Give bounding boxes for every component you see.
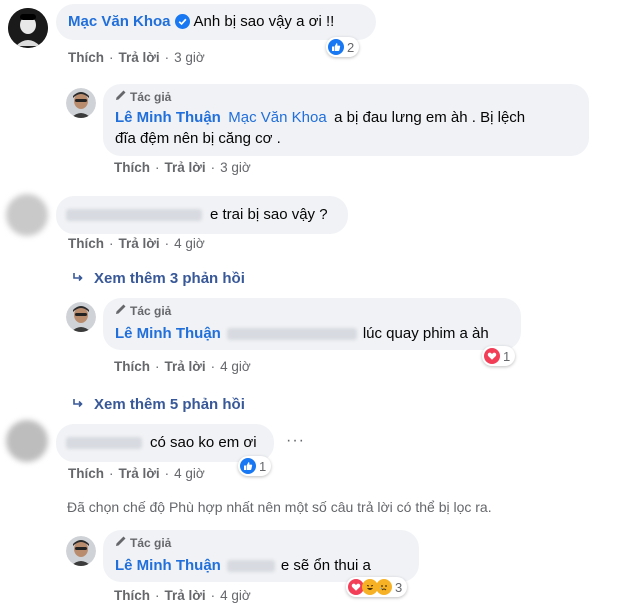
commenter-name[interactable]: Mạc Văn Khoa <box>68 13 171 30</box>
reply-actions: Thích · Trả lời · 4 giờ <box>114 359 251 374</box>
comment-text: Anh bị sao vậy a ơi !! <box>193 13 335 30</box>
reply-actions: Thích · Trả lời · 4 giờ <box>114 588 251 603</box>
avatar-blurred[interactable] <box>6 194 48 236</box>
like-icon <box>328 39 344 55</box>
reaction-summary[interactable]: 1 <box>238 456 272 476</box>
author-badge-label: Tác giả <box>130 89 172 104</box>
reply-button[interactable]: Trả lời <box>165 588 206 603</box>
timestamp[interactable]: 3 giờ <box>220 160 251 175</box>
avatar-le-minh-thuan[interactable] <box>66 536 96 566</box>
love-icon <box>484 348 500 364</box>
author-badge: Tác giả <box>115 303 171 318</box>
filter-notice: Đã chọn chế độ Phù hợp nhất nên một số c… <box>67 499 492 515</box>
reply-button[interactable]: Trả lời <box>165 160 206 175</box>
timestamp[interactable]: 4 giờ <box>220 359 251 374</box>
reply-button[interactable]: Trả lời <box>119 236 160 251</box>
reply-button[interactable]: Trả lời <box>165 359 206 374</box>
comment-text: e trai bị sao vậy ? <box>210 206 328 223</box>
like-button[interactable]: Thích <box>68 50 104 65</box>
author-badge-label: Tác giả <box>130 535 172 550</box>
author-badge-label: Tác giả <box>130 303 172 318</box>
view-more-replies-label[interactable]: Xem thêm 3 phản hồi <box>94 270 245 287</box>
reply-arrow-icon <box>72 396 84 413</box>
author-badge: Tác giả <box>115 89 171 104</box>
sad-icon <box>376 579 392 595</box>
author-badge: Tác giả <box>115 535 171 550</box>
blurred-tagged-name[interactable] <box>226 327 357 340</box>
comment-actions: Thích · Trả lời · 4 giờ <box>68 466 205 481</box>
like-button[interactable]: Thích <box>114 160 150 175</box>
reaction-summary[interactable]: 2 <box>326 37 360 57</box>
comment-text: có sao ko em ơi <box>150 434 257 451</box>
pencil-icon <box>115 303 127 318</box>
more-dots-icon[interactable]: ··· <box>286 432 305 450</box>
replier-name[interactable]: Lê Minh Thuận <box>115 109 221 126</box>
like-button[interactable]: Thích <box>68 466 104 481</box>
reply-text: lúc quay phim a àh <box>362 325 489 342</box>
comment-actions: Thích · Trả lời · 4 giờ <box>68 236 205 251</box>
replier-name[interactable]: Lê Minh Thuận <box>115 557 221 574</box>
tagged-name[interactable]: Mạc Văn Khoa <box>228 109 326 126</box>
view-more-replies-button[interactable]: Xem thêm 5 phản hồi <box>72 396 245 413</box>
pencil-icon <box>115 89 127 104</box>
comment-bubble-3: có sao ko em ơi <box>56 424 274 462</box>
reaction-count: 1 <box>259 458 267 474</box>
like-button[interactable]: Thích <box>114 588 150 603</box>
reply-button[interactable]: Trả lời <box>119 466 160 481</box>
reaction-count: 1 <box>503 348 511 364</box>
comment-bubble-2: e trai bị sao vậy ? <box>56 196 348 234</box>
timestamp[interactable]: 4 giờ <box>174 466 205 481</box>
like-button[interactable]: Thích <box>114 359 150 374</box>
timestamp[interactable]: 3 giờ <box>174 50 205 65</box>
reaction-count: 2 <box>347 39 355 55</box>
reply-text-line1: a bị đau lưng em àh . Bị lệch <box>334 109 526 126</box>
reply-text-line2: đĩa đệm nên bị căng cơ . <box>115 130 281 147</box>
reply-text: e sẽ ổn thui a <box>280 557 371 574</box>
verified-badge-icon <box>174 14 190 29</box>
reply-bubble-2: Tác giả Lê Minh Thuận lúc quay phim a àh <box>103 298 521 350</box>
reaction-count: 3 <box>395 579 403 595</box>
like-icon <box>240 458 256 474</box>
blurred-commenter-name[interactable] <box>66 436 142 449</box>
view-more-replies-button[interactable]: Xem thêm 3 phản hồi <box>72 270 245 287</box>
reply-actions: Thích · Trả lời · 3 giờ <box>114 160 251 175</box>
blurred-commenter-name[interactable] <box>66 208 202 221</box>
avatar-mac-van-khoa[interactable] <box>8 8 48 48</box>
pencil-icon <box>115 535 127 550</box>
comment-bubble-1: Mạc Văn Khoa Anh bị sao vậy a ơi !! <box>56 4 376 40</box>
avatar-le-minh-thuan[interactable] <box>66 302 96 332</box>
timestamp[interactable]: 4 giờ <box>174 236 205 251</box>
like-button[interactable]: Thích <box>68 236 104 251</box>
reply-bubble-3: Tác giả Lê Minh Thuận e sẽ ổn thui a <box>103 530 419 582</box>
reply-bubble-1: Tác giả Lê Minh Thuận Mạc Văn Khoa a bị … <box>103 84 589 156</box>
reaction-summary[interactable]: 3 <box>346 577 408 597</box>
view-more-replies-label[interactable]: Xem thêm 5 phản hồi <box>94 396 245 413</box>
timestamp[interactable]: 4 giờ <box>220 588 251 603</box>
avatar-blurred[interactable] <box>6 420 48 462</box>
blurred-tagged-name[interactable] <box>226 559 275 572</box>
reply-button[interactable]: Trả lời <box>119 50 160 65</box>
reply-arrow-icon <box>72 270 84 287</box>
comment-actions: Thích · Trả lời · 3 giờ <box>68 50 205 65</box>
replier-name[interactable]: Lê Minh Thuận <box>115 325 221 342</box>
reaction-summary[interactable]: 1 <box>482 346 516 366</box>
avatar-le-minh-thuan[interactable] <box>66 88 96 118</box>
